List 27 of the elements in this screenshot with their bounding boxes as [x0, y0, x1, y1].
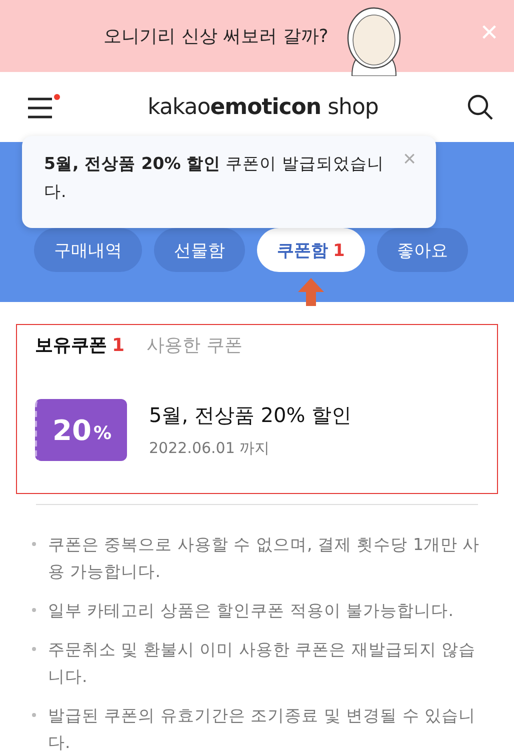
- logo[interactable]: kakaoemoticon shop: [148, 94, 378, 120]
- discount-value: 20: [52, 414, 92, 446]
- note-text: 발급된 쿠폰의 유효기간은 조기종료 및 변경될 수 있습니다.: [48, 705, 477, 753]
- coupon-tab[interactable]: 보유쿠폰 1: [35, 333, 125, 357]
- bullet-icon: [32, 713, 36, 717]
- note-text: 일부 카테고리 상품은 할인쿠폰 적용이 불가능합니다.: [48, 600, 454, 622]
- coupon-tab[interactable]: 사용한 쿠폰: [146, 333, 242, 357]
- banner-text: 오니기리 신상 써보러 갈까?: [104, 25, 328, 48]
- close-button[interactable]: ×: [403, 148, 416, 170]
- bullet-icon: [32, 608, 36, 612]
- tab[interactable]: 쿠폰함 1: [257, 228, 365, 272]
- discount-unit: %: [93, 422, 112, 444]
- search-button[interactable]: [466, 93, 494, 121]
- toast-message: 5월, 전상품 20% 할인 쿠폰이 발급되었습니다.: [44, 153, 385, 203]
- tab[interactable]: 구매내역: [34, 228, 142, 272]
- menu-button[interactable]: [26, 94, 60, 120]
- bullet-icon: [32, 647, 36, 651]
- note-text: 쿠폰은 중복으로 사용할 수 없으며, 결제 횟수당 1개만 사용 가능합니다.: [48, 534, 480, 583]
- coupon-title: 5월, 전상품 20% 할인: [149, 402, 352, 429]
- bullet-icon: [32, 542, 36, 546]
- note-text: 주문취소 및 환불시 이미 사용한 쿠폰은 재발급되지 않습니다.: [48, 639, 477, 688]
- menu-icon: [26, 94, 60, 120]
- tab[interactable]: 선물함: [154, 228, 245, 272]
- up-arrow-icon: [296, 276, 326, 306]
- coupon-expiry: 2022.06.01 까지: [149, 439, 271, 458]
- search-icon: [466, 93, 494, 121]
- tab[interactable]: 좋아요: [376, 228, 468, 272]
